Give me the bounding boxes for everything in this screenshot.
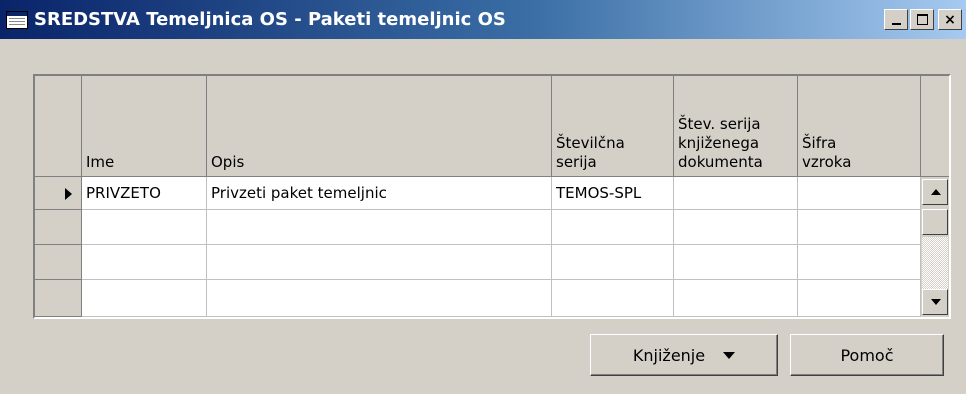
maximize-button[interactable] [910,9,934,30]
scrollbar-header-filler [921,76,949,177]
scroll-track[interactable] [922,237,948,289]
help-button[interactable]: Pomoč [790,334,944,376]
column-header-stev-serija-knjizenega-dokumenta[interactable]: Štev. serija knjiženega dokumenta [674,76,798,177]
column-header-sifra-vzroka[interactable]: Šifra vzroka [798,76,921,177]
table-grid: Ime Opis Številčna serija Štev. serija k… [35,76,921,317]
help-button-label: Pomoč [840,345,894,365]
arrow-up-icon [931,189,941,195]
column-header-label: Štev. serija knjiženega dokumenta [678,115,763,171]
row-selector[interactable] [35,210,82,245]
form-icon [6,10,28,29]
cell-stevilcna-serija[interactable] [552,280,674,317]
column-header-ime[interactable]: Ime [82,76,207,177]
cell-opis[interactable] [207,245,552,280]
cell-ime[interactable] [82,210,207,245]
cell-ime[interactable] [82,280,207,317]
posting-button-label: Knjiženje [632,345,706,365]
batches-table: Ime Opis Številčna serija Štev. serija k… [33,74,951,319]
posting-menu-button[interactable]: Knjiženje [590,334,778,376]
close-icon: × [944,11,956,28]
row-selector[interactable] [35,177,82,210]
column-header-label: Ime [86,153,115,171]
scroll-thumb[interactable] [922,209,948,235]
cell-opis[interactable] [207,280,552,317]
column-header-label: Šifra vzroka [802,134,852,171]
corner-header [35,76,82,177]
minimize-button[interactable] [884,9,908,30]
cell-sifra-vzroka[interactable] [798,210,921,245]
cell-opis[interactable] [207,210,552,245]
cell-ime[interactable] [82,245,207,280]
column-header-label: Opis [211,153,245,171]
arrow-down-icon [931,299,941,305]
row-selector[interactable] [35,280,82,317]
cell-stevilcna-serija[interactable]: TEMOS-SPL [552,177,674,210]
column-header-stevilcna-serija[interactable]: Številčna serija [552,76,674,177]
cell-ime[interactable]: PRIVZETO [82,177,207,210]
scroll-down-button[interactable] [922,289,948,315]
dropdown-arrow-icon [723,351,736,359]
current-row-arrow-icon [65,188,72,200]
vertical-scrollbar[interactable] [921,177,949,317]
maximize-icon [916,14,928,25]
scroll-up-button[interactable] [922,179,948,205]
cell-stevilcna-serija[interactable] [552,245,674,280]
close-button[interactable]: × [938,9,962,30]
cell-sifra-vzroka[interactable] [798,280,921,317]
cell-stev-serija-knjizenega-dokumenta[interactable] [674,177,798,210]
cell-opis[interactable]: Privzeti paket temeljnic [207,177,552,210]
cell-sifra-vzroka[interactable] [798,245,921,280]
title-bar[interactable]: SREDSTVA Temeljnica OS - Paketi temeljni… [0,0,966,39]
window: SREDSTVA Temeljnica OS - Paketi temeljni… [0,0,966,394]
window-title: SREDSTVA Temeljnica OS - Paketi temeljni… [34,9,506,30]
column-header-label: Številčna serija [556,134,625,171]
cell-stev-serija-knjizenega-dokumenta[interactable] [674,245,798,280]
row-selector[interactable] [35,245,82,280]
cell-stev-serija-knjizenega-dokumenta[interactable] [674,280,798,317]
cell-sifra-vzroka[interactable] [798,177,921,210]
column-header-opis[interactable]: Opis [207,76,552,177]
cell-stev-serija-knjizenega-dokumenta[interactable] [674,210,798,245]
minimize-icon [891,22,901,25]
window-controls: × [884,9,962,30]
cell-stevilcna-serija[interactable] [552,210,674,245]
